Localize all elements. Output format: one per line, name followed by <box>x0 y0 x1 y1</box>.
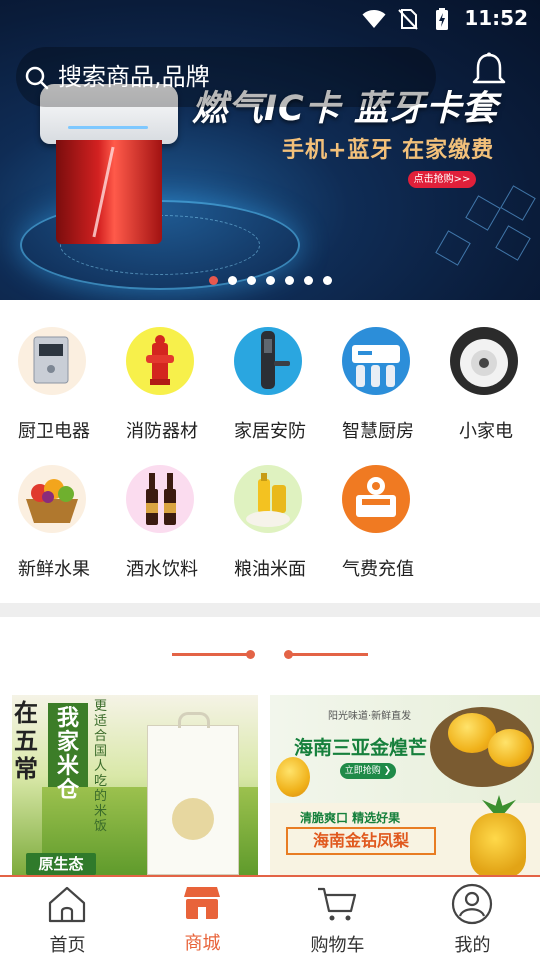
card-sleeve-product-image <box>40 84 178 244</box>
rice-brand: 我家米仓 <box>48 703 88 803</box>
tab-profile[interactable]: 我的 <box>405 877 540 960</box>
tab-label: 购物车 <box>310 935 365 956</box>
status-bar: 11:52 <box>0 0 540 38</box>
category-gas-recharge[interactable]: 气费充值 <box>324 465 432 595</box>
tab-label: 我的 <box>454 935 491 956</box>
banner-subtitle: 手机+蓝牙 在家缴费 <box>282 138 495 163</box>
hexagon-decoration <box>435 230 471 266</box>
category-beverages[interactable]: 酒水饮料 <box>108 465 216 595</box>
rice-bag-image <box>147 712 239 875</box>
tab-home[interactable]: 首页 <box>0 877 135 960</box>
no-sim-icon <box>398 9 418 30</box>
category-home-security[interactable]: 家居安防 <box>216 327 324 457</box>
category-label: 酒水饮料 <box>126 559 198 580</box>
carousel-dot[interactable] <box>227 276 237 285</box>
promo-card-rice[interactable]: 在五常 我家米仓 更适合国人吃的米饭 原生态 <box>12 695 258 875</box>
category-label: 智慧厨房 <box>342 421 414 442</box>
rice-badge: 原生态 <box>26 853 96 875</box>
mango-tagline: 阳光味道·新鲜直发 <box>328 711 412 722</box>
pineapple-image <box>470 813 526 875</box>
carousel-dot[interactable] <box>246 276 256 285</box>
tab-store[interactable]: 商城 <box>135 877 270 960</box>
section-divider <box>0 603 540 617</box>
hexagon-decoration <box>495 225 531 261</box>
category-label: 家居安防 <box>234 421 306 442</box>
wine-bottles-icon <box>126 465 194 533</box>
gas-recharge-icon <box>342 465 410 533</box>
pineapple-promo[interactable]: 清脆爽口 精选好果 海南金钻凤梨 <box>270 795 540 875</box>
fire-hydrant-icon <box>126 327 194 395</box>
category-label: 消防器材 <box>126 421 198 442</box>
tab-label: 商城 <box>184 933 221 954</box>
fruit-basket-icon <box>18 465 86 533</box>
rice-heading: 在五常 <box>14 699 38 783</box>
category-label: 小家电 <box>459 421 513 442</box>
home-icon <box>48 886 86 923</box>
category-kitchen-bath[interactable]: 厨卫电器 <box>0 327 108 457</box>
bell-icon[interactable] <box>469 51 509 91</box>
promo-card-fruit[interactable]: 阳光味道·新鲜直发 海南三亚金煌芒 立即抢购 ❯ 清脆爽口 精选好果 海南金钻凤… <box>270 695 540 875</box>
robot-vacuum-icon <box>450 327 518 395</box>
category-small-appliances[interactable]: 小家电 <box>432 327 540 457</box>
mango-title: 海南三亚金煌芒 <box>294 737 428 759</box>
mango-promo[interactable]: 阳光味道·新鲜直发 海南三亚金煌芒 立即抢购 ❯ <box>270 695 540 803</box>
water-purifier-icon <box>342 327 410 395</box>
category-label: 粮油米面 <box>234 559 306 580</box>
banner-cta-button[interactable]: 点击抢购>> <box>408 171 476 188</box>
promo-banner[interactable]: 燃气IC卡 蓝牙卡套 手机+蓝牙 在家缴费 点击抢购>> <box>0 0 540 300</box>
carousel-dot[interactable] <box>284 276 294 285</box>
tab-label: 首页 <box>49 935 86 956</box>
category-smart-kitchen[interactable]: 智慧厨房 <box>324 327 432 457</box>
category-grain-oil[interactable]: 粮油米面 <box>216 465 324 595</box>
category-label: 厨卫电器 <box>18 421 90 442</box>
tab-cart[interactable]: 购物车 <box>270 877 405 960</box>
category-label: 新鲜水果 <box>18 559 90 580</box>
battery-charging-icon <box>436 8 448 30</box>
clock: 11:52 <box>464 6 528 30</box>
carousel-dot[interactable] <box>265 276 275 285</box>
carousel-dot[interactable] <box>322 276 332 285</box>
cart-icon <box>318 887 357 921</box>
mango-image <box>276 757 310 797</box>
pineapple-title: 海南金钻凤梨 <box>286 827 436 855</box>
section-heading-line <box>292 653 368 656</box>
search-icon[interactable] <box>24 65 50 91</box>
mango-image <box>488 729 532 767</box>
section-heading-dot <box>246 650 255 659</box>
category-label: 气费充值 <box>342 559 414 580</box>
category-fresh-fruit[interactable]: 新鲜水果 <box>0 465 108 595</box>
wifi-icon <box>362 10 386 28</box>
carousel-indicator <box>0 276 540 285</box>
carousel-dot[interactable] <box>303 276 313 285</box>
store-icon <box>184 887 220 919</box>
bottom-tab-bar: 首页 商城 购物车 我的 <box>0 875 540 960</box>
hexagon-decoration <box>465 195 501 231</box>
section-heading-line <box>172 653 248 656</box>
smart-lock-icon <box>234 327 302 395</box>
buy-now-button[interactable]: 立即抢购 ❯ <box>340 763 396 779</box>
oil-rice-icon <box>234 465 302 533</box>
category-fire-equipment[interactable]: 消防器材 <box>108 327 216 457</box>
water-heater-icon <box>18 327 86 395</box>
hexagon-decoration <box>500 185 536 221</box>
rice-slogan: 更适合国人吃的米饭 <box>94 699 108 834</box>
search-input[interactable] <box>58 57 418 97</box>
search-bar[interactable] <box>16 47 436 107</box>
profile-icon <box>451 883 493 925</box>
pineapple-tagline: 清脆爽口 精选好果 <box>300 811 401 825</box>
carousel-dot-active[interactable] <box>208 276 218 285</box>
